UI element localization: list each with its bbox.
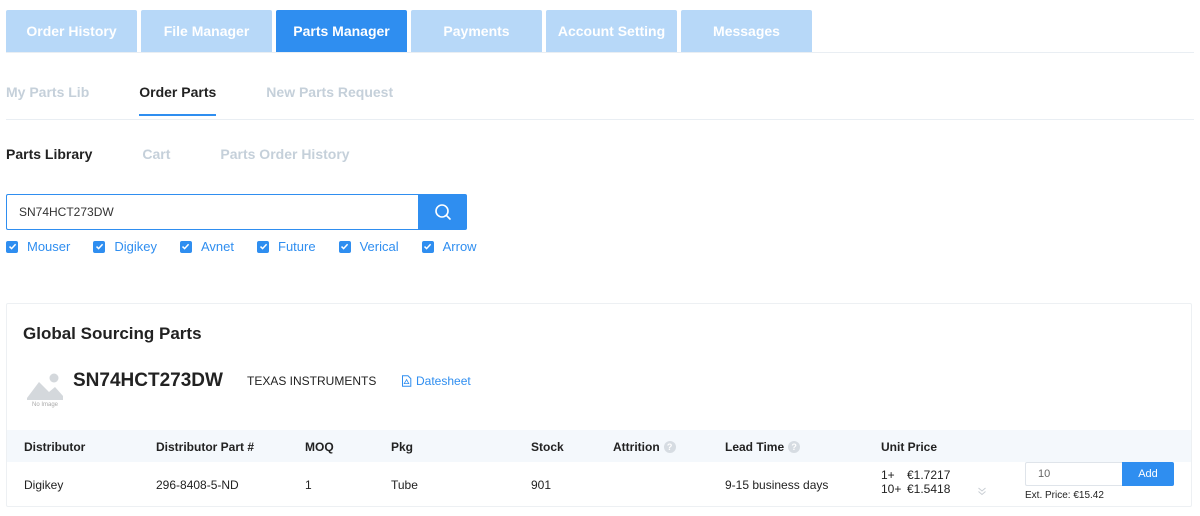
- distributor-filters: Mouser Digikey Avnet Future Verical Arro…: [6, 239, 500, 254]
- filter-digikey[interactable]: Digikey: [93, 239, 157, 254]
- price-break-price: €1.5418: [907, 482, 951, 496]
- table-row: Digikey 296-8408-5-ND 1 Tube 901 9-15 bu…: [7, 462, 1191, 506]
- search-input[interactable]: [6, 194, 418, 230]
- quantity-input[interactable]: [1025, 462, 1122, 486]
- filter-future[interactable]: Future: [257, 239, 316, 254]
- image-placeholder-icon: [27, 370, 63, 400]
- tab-file-manager[interactable]: File Manager: [141, 10, 272, 52]
- part-image-placeholder: No Image: [25, 368, 65, 410]
- add-to-cart-button[interactable]: Add: [1122, 462, 1174, 486]
- cell-pkg: Tube: [391, 478, 418, 492]
- col-distributor: Distributor: [24, 440, 86, 454]
- col-stock: Stock: [531, 440, 564, 454]
- datasheet-label: Datesheet: [416, 374, 471, 388]
- price-break: 10+ €1.5418: [881, 482, 950, 496]
- help-icon[interactable]: ?: [788, 441, 801, 453]
- global-sourcing-panel: Global Sourcing Parts No Image SN74HCT27…: [6, 303, 1192, 507]
- sub-tab-divider: [6, 119, 1194, 120]
- top-tab-bar: Order History File Manager Parts Manager…: [6, 10, 816, 52]
- cell-distributor-part: 296-8408-5-ND: [156, 478, 239, 492]
- tab-messages[interactable]: Messages: [681, 10, 812, 52]
- tab-parts-order-history[interactable]: Parts Order History: [220, 146, 349, 162]
- pdf-icon: [402, 375, 412, 387]
- filter-arrow[interactable]: Arrow: [421, 239, 477, 254]
- filter-label: Mouser: [27, 239, 71, 254]
- price-break-qty: 1+: [881, 468, 895, 482]
- filter-label: Verical: [359, 239, 399, 254]
- panel-title: Global Sourcing Parts: [23, 324, 202, 343]
- part-number: SN74HCT273DW: [73, 370, 223, 391]
- sub-tab-bar: My Parts Lib Order Parts New Parts Reque…: [6, 84, 443, 116]
- filter-label: Arrow: [442, 239, 477, 254]
- checkbox-checked-icon[interactable]: [93, 240, 106, 253]
- search-button[interactable]: [418, 194, 467, 230]
- datasheet-link[interactable]: Datesheet: [401, 374, 471, 388]
- help-icon[interactable]: ?: [663, 441, 676, 453]
- tab-payments[interactable]: Payments: [411, 10, 542, 52]
- tab-parts-library[interactable]: Parts Library: [6, 146, 92, 162]
- table-header: Distributor Distributor Part # MOQ Pkg S…: [7, 430, 1191, 462]
- tab-order-parts[interactable]: Order Parts: [139, 84, 217, 116]
- cell-stock: 901: [531, 478, 552, 492]
- filter-label: Digikey: [114, 239, 157, 254]
- cell-lead-time: 9-15 business days: [725, 478, 829, 492]
- price-break: 1+ €1.7217: [881, 468, 950, 482]
- tab-my-parts-lib[interactable]: My Parts Lib: [6, 84, 89, 114]
- part-summary: No Image SN74HCT273DW TEXAS INSTRUMENTS …: [23, 368, 1173, 414]
- col-attrition: Attrition ?: [613, 440, 676, 454]
- filter-avnet[interactable]: Avnet: [179, 239, 234, 254]
- cell-moq: 1: [305, 478, 312, 492]
- filter-label: Future: [278, 239, 316, 254]
- manufacturer: TEXAS INSTRUMENTS: [247, 374, 377, 388]
- col-lead-time-label: Lead Time: [725, 440, 785, 454]
- checkbox-checked-icon[interactable]: [179, 240, 192, 253]
- tab-order-history[interactable]: Order History: [6, 10, 137, 52]
- no-image-label: No Image: [31, 402, 58, 408]
- cell-distributor: Digikey: [24, 478, 64, 492]
- library-tab-bar: Parts Library Cart Parts Order History: [6, 146, 400, 162]
- checkbox-checked-icon[interactable]: [6, 240, 18, 253]
- tab-account-setting[interactable]: Account Setting: [546, 10, 677, 52]
- col-lead-time: Lead Time ?: [725, 440, 801, 454]
- tab-parts-manager[interactable]: Parts Manager: [276, 10, 407, 52]
- ext-price: Ext. Price: €15.42: [1025, 490, 1104, 501]
- chevron-down-icon[interactable]: [977, 486, 987, 496]
- checkbox-checked-icon[interactable]: [338, 240, 351, 253]
- col-pkg: Pkg: [391, 440, 414, 454]
- search-icon: [434, 204, 451, 220]
- tab-cart[interactable]: Cart: [142, 146, 170, 162]
- filter-label: Avnet: [200, 239, 234, 254]
- filter-verical[interactable]: Verical: [338, 239, 399, 254]
- price-break-qty: 10+: [881, 482, 902, 496]
- price-breaks: 1+ €1.7217 10+ €1.5418: [881, 468, 986, 496]
- part-search: [6, 194, 467, 230]
- checkbox-checked-icon[interactable]: [421, 240, 434, 253]
- tab-new-parts-request[interactable]: New Parts Request: [266, 84, 393, 114]
- col-moq: MOQ: [305, 440, 334, 454]
- filter-mouser[interactable]: Mouser: [6, 239, 70, 254]
- col-unit-price: Unit Price: [881, 440, 938, 454]
- price-break-price: €1.7217: [907, 468, 951, 482]
- col-distributor-part: Distributor Part #: [156, 440, 255, 454]
- col-attrition-label: Attrition: [613, 440, 660, 454]
- top-tab-divider: [6, 52, 1194, 53]
- checkbox-checked-icon[interactable]: [257, 240, 269, 253]
